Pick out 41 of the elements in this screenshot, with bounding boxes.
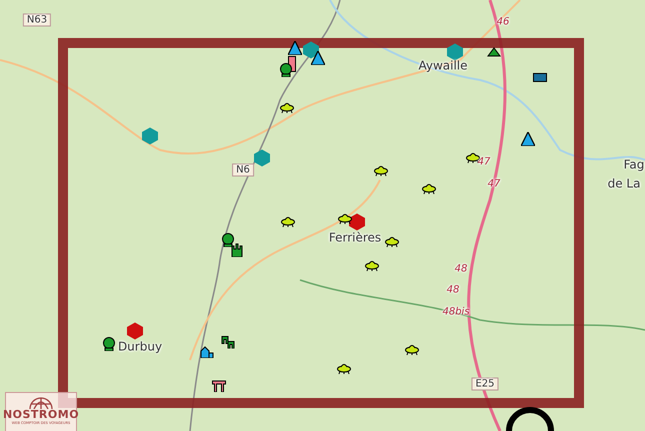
tree-icon[interactable]: [221, 233, 235, 247]
tent-icon[interactable]: [521, 132, 535, 146]
ufo-icon[interactable]: [280, 102, 294, 114]
ufo-icon[interactable]: [337, 363, 351, 375]
castle-icon[interactable]: [231, 243, 243, 257]
wagon-icon[interactable]: [533, 73, 547, 83]
map-label: 48: [446, 284, 460, 296]
map-label: N6: [232, 164, 254, 176]
map-label: Durbuy: [118, 340, 162, 354]
hexagon-marker-icon[interactable]: [142, 128, 158, 144]
house-icon[interactable]: [200, 346, 214, 358]
map-label: 47: [478, 156, 490, 168]
map-label: de La: [608, 177, 640, 191]
ufo-icon[interactable]: [338, 213, 352, 225]
ufo-icon[interactable]: [365, 260, 379, 272]
map-label: N63: [22, 14, 52, 26]
ufo-icon[interactable]: [385, 236, 399, 248]
map-label: Aywaille: [418, 59, 468, 73]
gate-icon[interactable]: [212, 380, 226, 392]
ruin-icon[interactable]: [221, 336, 235, 348]
map-label: Fag: [624, 158, 644, 172]
map-label: 48: [454, 264, 468, 274]
ufo-icon[interactable]: [405, 344, 419, 356]
hexagon-marker-icon[interactable]: [127, 322, 143, 340]
ufo-icon[interactable]: [422, 183, 436, 195]
tent-icon[interactable]: [288, 41, 302, 55]
tent-icon[interactable]: [311, 51, 325, 65]
tree-icon[interactable]: [102, 337, 116, 351]
ring-icon: [505, 407, 555, 431]
map-label: E25: [471, 378, 499, 390]
hexagon-marker-icon[interactable]: [303, 42, 319, 58]
hexagon-marker-icon[interactable]: [254, 150, 270, 166]
globe-icon: [28, 395, 54, 409]
hut-icon[interactable]: [487, 47, 501, 57]
hexagon-marker-icon[interactable]: [447, 44, 463, 60]
ufo-icon[interactable]: [281, 216, 295, 228]
logo-name: NOSTROMO: [2, 409, 80, 421]
tree-icon[interactable]: [279, 63, 293, 77]
hexagon-marker-icon[interactable]: [349, 214, 365, 230]
ufo-icon[interactable]: [374, 165, 388, 177]
map-label: Ferrières: [328, 231, 382, 245]
